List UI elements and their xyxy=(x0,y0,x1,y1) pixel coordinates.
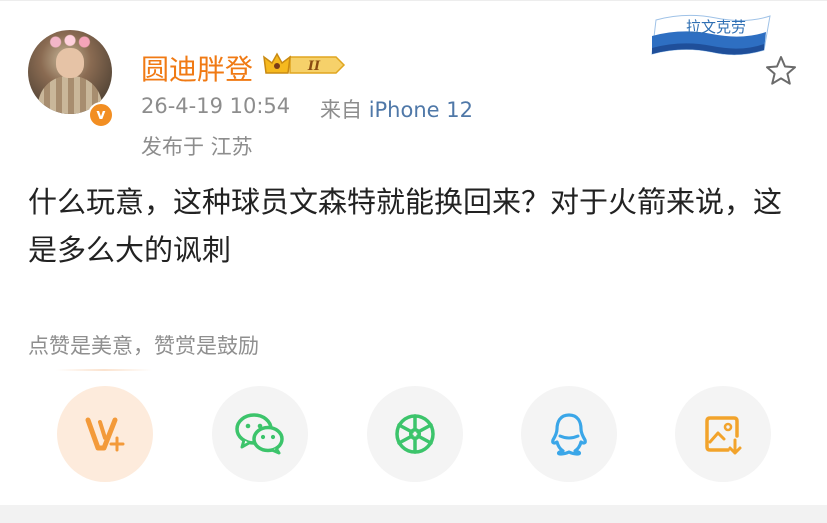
share-moments-button[interactable] xyxy=(367,386,463,482)
rank-level-text: II xyxy=(307,59,321,74)
bottom-divider-bar xyxy=(0,505,827,523)
post-source: 来自 iPhone 12 xyxy=(320,94,473,124)
moments-icon xyxy=(395,414,435,454)
share-qq-button[interactable] xyxy=(521,386,617,482)
avatar-flower-crown xyxy=(46,34,94,50)
reward-indicator xyxy=(56,369,152,371)
top-divider xyxy=(0,0,827,1)
qq-icon xyxy=(551,413,587,456)
source-prefix: 来自 xyxy=(320,98,362,122)
save-image-icon xyxy=(705,416,742,455)
wechat-icon xyxy=(235,413,284,455)
rank-crown-badge-icon[interactable]: II xyxy=(262,51,346,79)
avatar-face xyxy=(56,48,84,78)
ribbon-decoration xyxy=(651,14,771,56)
reward-button[interactable] xyxy=(57,386,153,482)
post-location: 发布于 江苏 xyxy=(141,135,253,159)
share-wechat-button[interactable] xyxy=(212,386,308,482)
post-time: 26-4-19 10:54 xyxy=(141,94,291,118)
reward-hint: 点赞是美意，赞赏是鼓励 xyxy=(28,334,259,358)
username[interactable]: 圆迪胖登 xyxy=(141,48,253,88)
device-link[interactable]: iPhone 12 xyxy=(369,98,473,122)
reward-v-icon xyxy=(85,417,125,452)
post-content: 什么玩意，这种球员文森特就能换回来？对于火箭来说，这是多么大的讽刺 xyxy=(28,185,783,267)
verified-badge-icon: v xyxy=(88,102,114,128)
save-image-button[interactable] xyxy=(675,386,771,482)
favorite-star-icon[interactable] xyxy=(764,54,798,88)
